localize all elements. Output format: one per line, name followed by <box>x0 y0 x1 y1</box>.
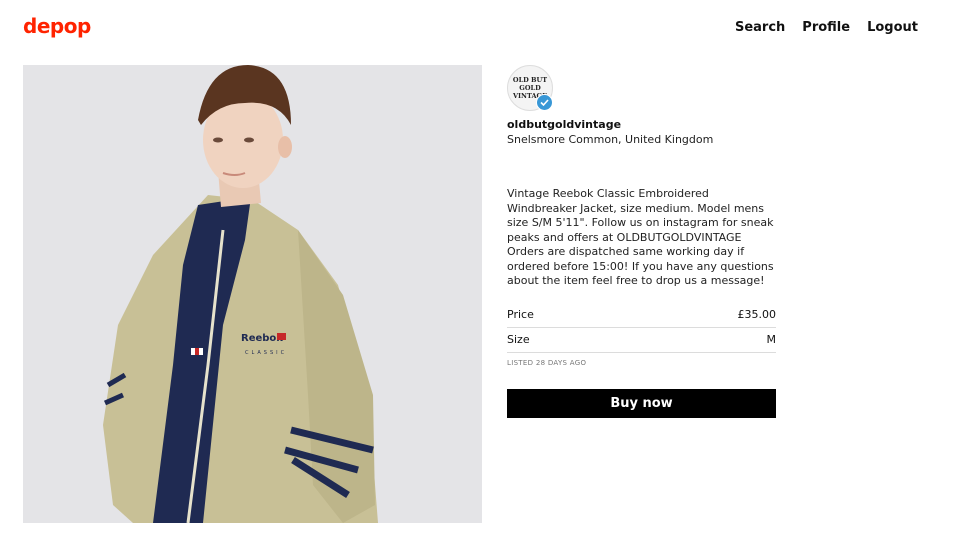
nav-logout-link[interactable]: Logout <box>867 20 918 35</box>
nav-search-link[interactable]: Search <box>735 20 785 35</box>
price-label: Price <box>507 308 534 321</box>
svg-text:GOLD: GOLD <box>519 84 541 92</box>
product-photo-illustration: Reebok CLASSIC <box>23 65 482 523</box>
nav-profile-link[interactable]: Profile <box>802 20 850 35</box>
price-row: Price £35.00 <box>507 303 776 328</box>
depop-logo[interactable]: depop <box>23 14 91 38</box>
listed-timestamp: LISTED 28 DAYS AGO <box>507 358 587 367</box>
product-photo[interactable]: Reebok CLASSIC <box>23 65 482 523</box>
jacket-brand-text: Reebok <box>241 333 283 344</box>
listing-details: OLD BUT GOLD VINTAGE oldbutgoldvintage S… <box>507 65 776 418</box>
jacket-brand-subtext: CLASSIC <box>245 350 287 356</box>
size-value: M <box>766 333 777 346</box>
size-row: Size M <box>507 328 776 353</box>
buy-now-button[interactable]: Buy now <box>507 388 776 418</box>
price-value: £35.00 <box>737 308 777 321</box>
listing-attributes: Price £35.00 Size M <box>507 303 776 353</box>
size-label: Size <box>507 333 530 346</box>
svg-text:OLD BUT: OLD BUT <box>513 76 547 84</box>
verified-icon <box>536 94 553 111</box>
listing-description: Vintage Reebok Classic Embroidered Windb… <box>507 187 774 287</box>
top-nav: Search Profile Logout <box>735 20 918 35</box>
seller-avatar-wrapper[interactable]: OLD BUT GOLD VINTAGE <box>507 65 553 111</box>
seller-username[interactable]: oldbutgoldvintage <box>507 118 776 131</box>
seller-location: Snelsmore Common, United Kingdom <box>507 133 714 146</box>
